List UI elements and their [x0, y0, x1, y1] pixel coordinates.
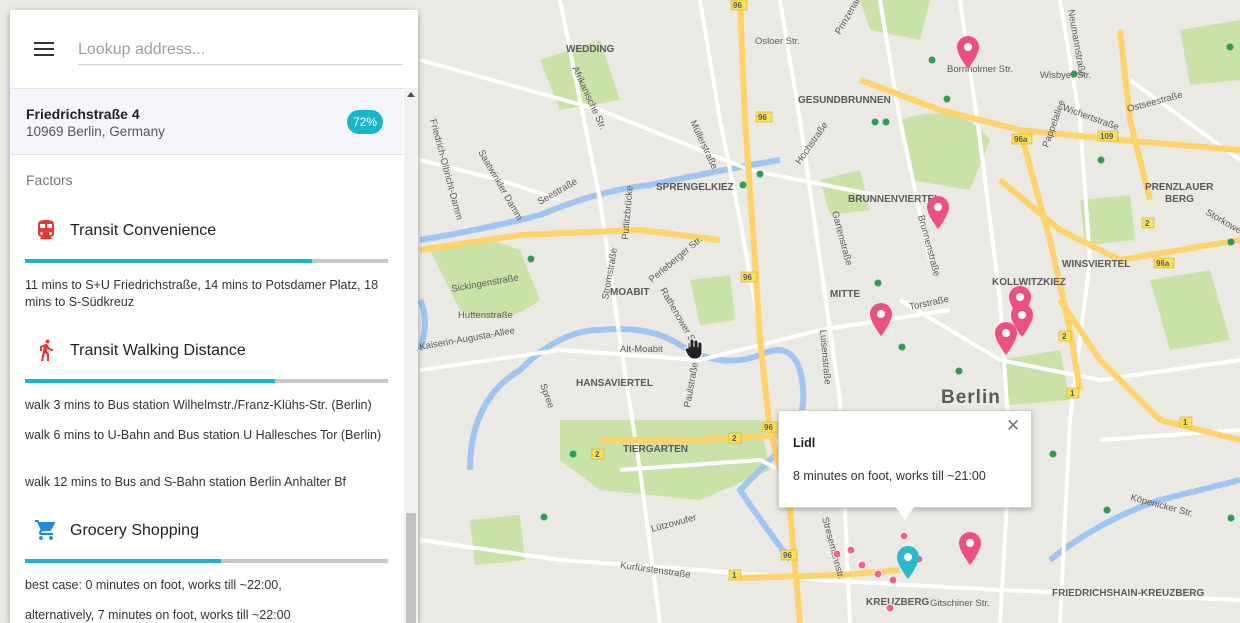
district-label: SPRENGELKIEZ [656, 182, 734, 193]
street-label: Huttenstraße [458, 310, 513, 321]
factor-title: Transit Convenience [70, 222, 217, 239]
route-shield: 96a [1014, 135, 1028, 144]
address-city: 10969 Berlin, Germany [26, 124, 165, 139]
factor-detail: walk 6 mins to U-Bahn and Bus station U … [25, 428, 382, 442]
place-info-popup[interactable]: Lidl 8 minutes on foot, works till ~21:0… [778, 410, 1032, 520]
factor-detail: walk 12 mins to Bus and S-Bahn station B… [25, 475, 347, 489]
grocery-dot [888, 575, 898, 585]
route-shield: 2 [595, 450, 600, 459]
street-label: Bornholmer Str. [947, 64, 1013, 75]
factor-detail: walk 3 mins to Bus station Wilhelmstr./F… [25, 398, 372, 412]
popup-pointer [895, 506, 915, 520]
route-shield: 1 [1183, 418, 1188, 427]
walking-person-icon [40, 339, 53, 361]
factors-heading: Factors [26, 172, 73, 188]
factor-score-bar [25, 559, 388, 563]
popup-title: Lidl [793, 436, 816, 450]
side-panel: Friedrichstraße 4 10969 Berlin, Germany … [10, 10, 418, 623]
district-label: KOLLWITZKIEZ [992, 277, 1066, 288]
district-label: WEDDING [566, 44, 615, 55]
route-shield: 1 [1070, 389, 1075, 398]
close-icon[interactable]: ✕ [1006, 417, 1020, 435]
route-shield: 96 [764, 423, 773, 432]
popup-description: 8 minutes on foot, works till ~21:00 [793, 469, 986, 483]
factor-detail: 11 mins to S+U Friedrichstraße, 14 mins … [25, 278, 379, 309]
district-label: KREUZBERG [866, 597, 930, 608]
route-shield: 96a [1156, 259, 1170, 268]
street-label: Gitschiner Str. [930, 598, 990, 609]
grocery-dot [846, 545, 856, 555]
selected-address-card[interactable]: Friedrichstraße 4 10969 Berlin, Germany … [10, 89, 403, 155]
route-shield: 2 [732, 434, 737, 443]
grab-cursor-icon [684, 338, 703, 360]
factor-title: Transit Walking Distance [70, 342, 246, 359]
district-label: MITTE [830, 289, 860, 300]
factor-detail: alternatively, 7 minutes on foot, works … [25, 608, 291, 622]
address-search-input[interactable] [78, 36, 403, 65]
city-label: Berlin [941, 387, 1001, 408]
grocery-dot [873, 569, 883, 579]
scrollbar[interactable] [404, 88, 418, 623]
menu-icon[interactable] [34, 42, 54, 58]
shopping-cart-icon [35, 520, 55, 540]
route-shield: 96 [743, 273, 752, 282]
grocery-dot [832, 549, 842, 559]
factor-title: Grocery Shopping [70, 522, 199, 539]
score-badge: 72% [347, 110, 383, 134]
district-label: HANSAVIERTEL [576, 378, 653, 389]
route-shield: 1 [732, 571, 737, 580]
factor-score-fill [25, 259, 312, 263]
street-label: Alt-Moabit [620, 344, 663, 355]
train-icon [38, 220, 54, 239]
factor-score-bar [25, 379, 388, 383]
route-shield: 96 [758, 113, 767, 122]
district-label: FRIEDRICHSHAIN-KREUZBERG [1052, 588, 1204, 599]
route-shield: 109 [1100, 132, 1114, 141]
district-label: MOABIT [610, 287, 649, 298]
factor-detail: best case: 0 minutes on foot, works till… [25, 578, 282, 592]
district-label: GESUNDBRUNNEN [798, 95, 891, 106]
address-street: Friedrichstraße 4 [26, 106, 140, 122]
district-label: BRUNNENVIERTEL [848, 194, 940, 205]
grocery-dot [857, 560, 867, 570]
factor-score-fill [25, 379, 276, 383]
route-shield: 96 [783, 551, 792, 560]
grocery-dot [899, 531, 909, 541]
factor-score-bar [25, 259, 388, 263]
street-label: Osloer Str. [755, 36, 800, 47]
factor-score-fill [25, 559, 222, 563]
route-shield: 96 [733, 1, 742, 10]
district-label: WINSVIERTEL [1062, 259, 1130, 270]
scrollbar-thumb[interactable] [406, 513, 416, 623]
search-bar [10, 10, 418, 89]
grocery-dot [885, 603, 895, 613]
district-label: PRENZLAUER [1145, 182, 1214, 193]
district-label: BERG [1165, 194, 1194, 205]
route-shield: 2 [1145, 219, 1150, 228]
district-label: TIERGARTEN [623, 444, 688, 455]
scroll-up-arrow-icon[interactable] [407, 92, 415, 97]
route-shield: 2 [1062, 332, 1067, 341]
